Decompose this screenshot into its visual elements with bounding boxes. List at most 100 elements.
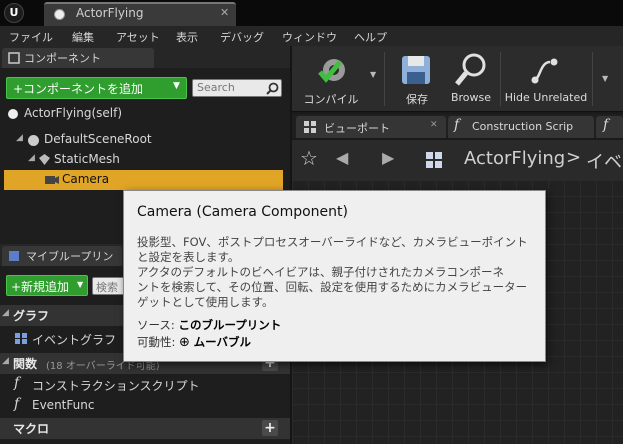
tab-components[interactable]: コンポーネント [2, 48, 154, 68]
construction-script-label: コンストラクションスクリプト [32, 379, 200, 393]
component-search-input[interactable]: Search [192, 79, 282, 97]
chevron-down-icon: ▼ [77, 280, 84, 289]
tab-construction-script[interactable]: f Construction Scrip [448, 116, 594, 138]
event-graph-icon [15, 333, 27, 344]
toolbar-separator [592, 52, 593, 106]
event-func-label: EventFunc [32, 398, 95, 412]
document-tab[interactable]: ActorFlying ✕ [44, 2, 236, 26]
menu-view[interactable]: 表示 [176, 29, 198, 45]
event-graph-label: イベントグラフ [32, 333, 117, 347]
add-new-button[interactable]: +新規追加 ▼ [6, 275, 88, 296]
menu-help[interactable]: ヘルプ [354, 29, 387, 45]
tooltip-line: ゲットとして使用します。 [137, 295, 274, 309]
toolbar-separator [500, 52, 501, 106]
tree-item-label: ActorFlying(self) [24, 106, 123, 120]
section-functions-label: 関数 [13, 357, 38, 371]
tree-item-self[interactable]: ActorFlying(self) [0, 104, 290, 124]
tooltip-line: 投影型、FOV、ポストプロセスオーバーライドなど、カメラビューポイント [137, 235, 528, 249]
breadcrumb-next[interactable]: イベ [586, 148, 622, 174]
tooltip-line: アクタのデフォルトのビヘイビアは、親子付けされたカメラコンポーネ [137, 265, 504, 279]
browse-label: Browse [450, 91, 492, 104]
save-label: 保存 [406, 93, 428, 106]
browse-icon [455, 53, 486, 86]
list-item-construction-script[interactable]: f コンストラクションスクリプト [0, 375, 290, 395]
tree-expand-icon: ◢ [28, 153, 35, 163]
mesh-icon [39, 154, 50, 165]
chevron-down-icon: ▼ [173, 81, 180, 91]
graph-header: ☆ ◀ ▶ ActorFlying > イベ [292, 140, 623, 180]
menu-file[interactable]: ファイル [9, 29, 53, 45]
ue-logo[interactable]: U [4, 3, 24, 23]
breadcrumb-separator: > [566, 147, 582, 168]
tooltip-source-label: ソース: [137, 318, 175, 332]
hide-unrelated-button[interactable]: Hide Unrelated [504, 48, 588, 110]
tree-expand-icon: ◢ [2, 308, 9, 318]
tree-item-label: Camera [62, 172, 110, 186]
tab-viewport-label: ビューポート [324, 122, 390, 135]
tab-components-label: コンポーネント [24, 52, 101, 65]
document-tab-label: ActorFlying [76, 6, 144, 20]
browse-button[interactable]: Browse [444, 48, 498, 110]
blueprint-search-placeholder: 検索 [96, 281, 118, 294]
back-icon[interactable]: ◀ [336, 148, 348, 167]
forward-icon[interactable]: ▶ [382, 148, 394, 167]
chevron-down-icon[interactable]: ▼ [602, 74, 608, 83]
menu-edit[interactable]: 編集 [72, 29, 94, 45]
menu-asset[interactable]: アセット [116, 29, 160, 45]
tooltip-mobility-label: 可動性: [137, 335, 176, 349]
move-icon: ⊕ [179, 335, 190, 350]
close-icon[interactable]: ✕ [220, 6, 229, 19]
hide-unrelated-label: Hide Unrelated [504, 91, 588, 104]
blueprint-icon [9, 251, 19, 261]
breadcrumb-root[interactable]: ActorFlying [464, 148, 565, 169]
component-icon [8, 52, 20, 64]
compile-icon [318, 59, 345, 83]
section-macros[interactable]: マクロ + [0, 418, 290, 439]
grid-icon [426, 152, 442, 168]
tree-item-label: StaticMesh [54, 152, 120, 166]
title-bar: U ActorFlying ✕ [0, 0, 623, 26]
toolbar-separator [384, 52, 385, 106]
actor-icon [8, 109, 18, 119]
blueprint-search-input[interactable]: 検索 [92, 277, 126, 295]
tooltip-mobility: 可動性: ⊕ ムーバブル [137, 334, 251, 350]
viewport-icon [304, 121, 316, 133]
tree-item-static-mesh[interactable]: ◢ StaticMesh [0, 150, 290, 170]
tree-item-label: DefaultSceneRoot [44, 132, 152, 146]
function-icon: f [454, 117, 460, 133]
menu-window[interactable]: ウィンドウ [282, 29, 337, 45]
function-icon: f [14, 375, 20, 391]
component-tooltip: Camera (Camera Component) 投影型、FOV、ポストプロセ… [123, 190, 546, 362]
compile-button[interactable]: コンパイル ▼ [296, 48, 378, 110]
search-icon [266, 82, 279, 95]
add-new-label: +新規追加 [11, 280, 70, 294]
add-component-button[interactable]: +コンポーネントを追加 ▼ [6, 77, 187, 99]
add-macro-button[interactable]: + [262, 420, 278, 436]
save-button[interactable]: 保存 [390, 48, 444, 110]
blueprint-dot-icon [54, 9, 65, 20]
scene-root-icon [28, 135, 39, 146]
components-panel-header: コンポーネント [0, 46, 290, 68]
camera-icon [45, 176, 59, 184]
menu-bar: ファイル 編集 アセット 表示 デバッグ ウィンドウ ヘルプ [0, 26, 623, 46]
tab-overflow[interactable]: f [596, 116, 623, 138]
tooltip-title: Camera (Camera Component) [137, 204, 348, 220]
chevron-down-icon: ▼ [370, 70, 377, 79]
star-icon[interactable]: ☆ [300, 146, 318, 170]
tooltip-line: ントを検索して、その位置、回転、設定を使用するためにカメラビューター [137, 280, 528, 294]
tab-my-blueprint-label: マイブループリン [26, 250, 114, 263]
menu-debug[interactable]: デバッグ [220, 29, 264, 45]
compile-label: コンパイル [303, 93, 359, 106]
tab-viewport[interactable]: ビューポート ✕ [296, 116, 446, 138]
tab-my-blueprint[interactable]: マイブループリン [2, 246, 122, 266]
add-component-label: +コンポーネントを追加 [13, 82, 144, 96]
tree-item-default-scene-root[interactable]: ◢ DefaultSceneRoot [0, 130, 290, 150]
close-icon[interactable]: ✕ [430, 120, 438, 130]
list-item-event-func[interactable]: f EventFunc [0, 396, 290, 416]
tooltip-line: と設定を表します。 [137, 250, 240, 264]
tree-item-camera[interactable]: Camera [4, 170, 283, 190]
tree-expand-icon: ◢ [2, 356, 9, 366]
tooltip-source: ソース: このブループリント [137, 317, 281, 333]
tab-construction-script-label: Construction Scrip [472, 120, 574, 133]
save-icon [402, 56, 430, 84]
